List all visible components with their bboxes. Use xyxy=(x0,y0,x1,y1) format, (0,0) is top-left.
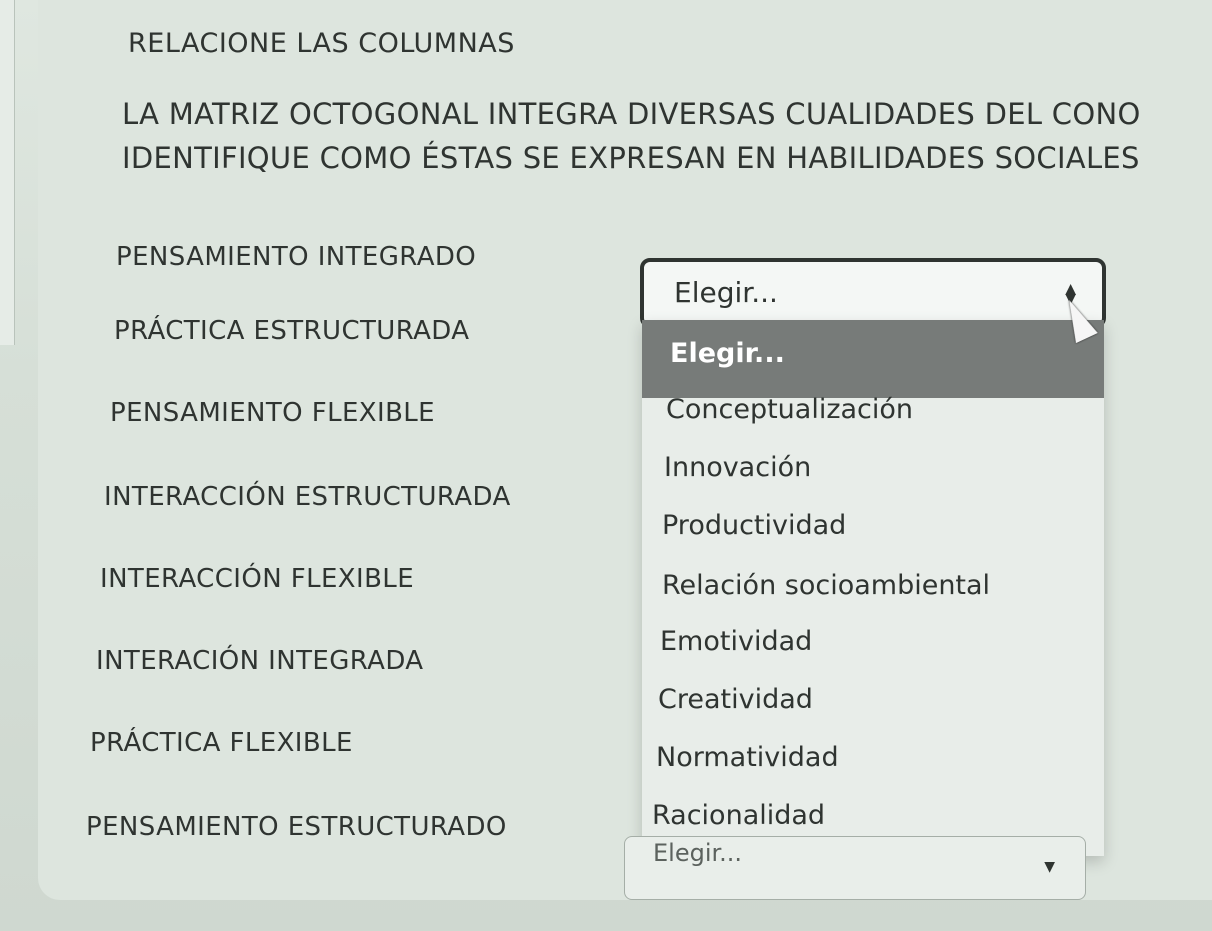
dropdown-option-normatividad[interactable]: Normatividad xyxy=(642,742,1104,773)
dropdown-option-racionalidad[interactable]: Racionalidad xyxy=(642,800,1104,831)
dropdown-option-elegir[interactable]: Elegir... xyxy=(642,320,1104,398)
answer-select-1[interactable]: Elegir... ▲ ▼ xyxy=(640,258,1106,328)
question-instructions: LA MATRIZ OCTOGONAL INTEGRA DIVERSAS CUA… xyxy=(122,92,1212,180)
row-label-2: PRÁCTICA ESTRUCTURADA xyxy=(114,316,470,346)
row-label-1: PENSAMIENTO INTEGRADO xyxy=(116,242,477,272)
screen: RELACIONE LAS COLUMNAS LA MATRIZ OCTOGON… xyxy=(0,0,1212,931)
row-label-3: PENSAMIENTO FLEXIBLE xyxy=(110,398,436,428)
answer-select-1-value: Elegir... xyxy=(674,276,778,309)
dropdown-option-emotividad[interactable]: Emotividad xyxy=(642,626,1104,657)
row-label-8: PENSAMIENTO ESTRUCTURADO xyxy=(86,812,507,842)
row-label-7: PRÁCTICA FLEXIBLE xyxy=(90,728,353,758)
dropdown-option-innovacion[interactable]: Innovación xyxy=(642,452,1104,483)
dropdown-option-creatividad[interactable]: Creatividad xyxy=(642,684,1104,715)
question-heading: RELACIONE LAS COLUMNAS xyxy=(128,28,515,59)
instruction-line-1: LA MATRIZ OCTOGONAL INTEGRA DIVERSAS CUA… xyxy=(122,97,1141,131)
dropdown-option-relacion-socioambiental[interactable]: Relación socioambiental xyxy=(642,570,1104,601)
answer-dropdown-list: Elegir... Conceptualización Innovación P… xyxy=(642,320,1104,856)
row-label-6: INTERACIÓN INTEGRADA xyxy=(96,646,424,676)
chevron-down-icon: ▼ xyxy=(1044,859,1055,875)
answer-select-8-value: Elegir... xyxy=(653,839,743,867)
left-panel-edge xyxy=(0,0,15,345)
dropdown-option-conceptualizacion[interactable]: Conceptualización xyxy=(642,394,1104,425)
row-label-5: INTERACCIÓN FLEXIBLE xyxy=(100,564,415,594)
instruction-line-2: IDENTIFIQUE COMO ÉSTAS SE EXPRESAN EN HA… xyxy=(122,141,1140,175)
row-label-4: INTERACCIÓN ESTRUCTURADA xyxy=(104,482,511,512)
answer-select-8[interactable]: Elegir... ▼ xyxy=(624,836,1086,900)
dropdown-option-productividad[interactable]: Productividad xyxy=(642,510,1104,541)
